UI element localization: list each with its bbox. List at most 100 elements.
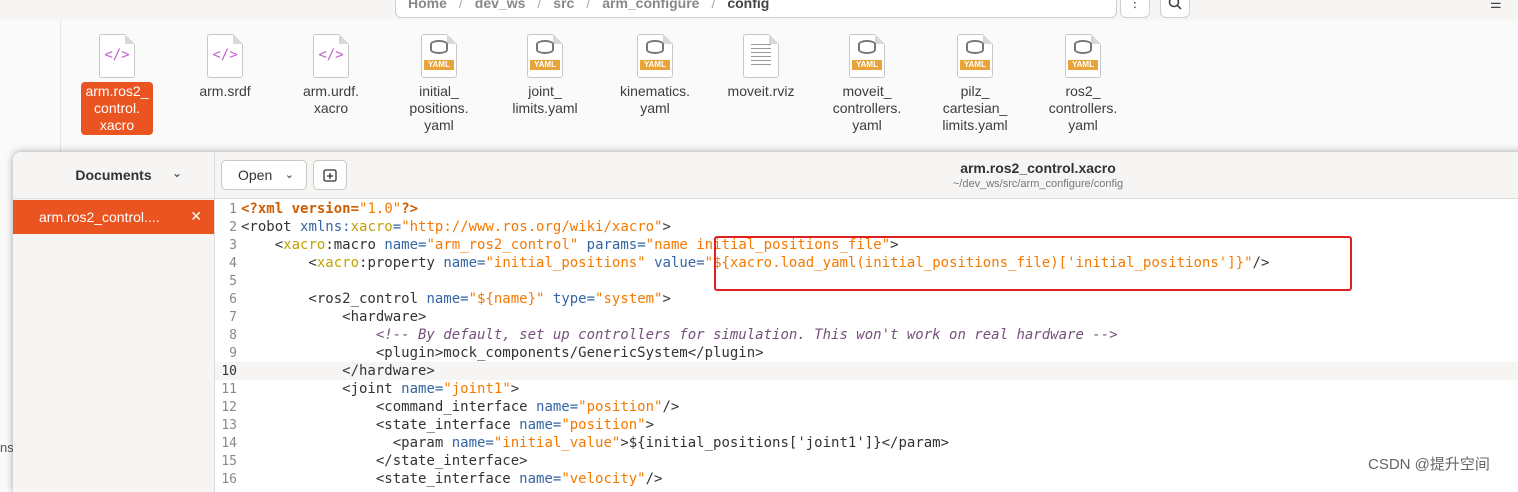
path-segment[interactable]: Home (408, 0, 447, 11)
line-number: 13 (221, 418, 237, 433)
file-label: joint_ limits.yaml (512, 83, 578, 116)
line-source: <joint name="joint1"> (241, 381, 520, 397)
code-line[interactable]: 2 <robot xmlns:xacro="http://www.ros.org/… (215, 218, 1518, 236)
path-separator: / (586, 0, 591, 11)
line-number: 1 (229, 202, 237, 217)
file-item[interactable]: </> arm.ros2_ control. xacro (72, 34, 162, 135)
watermark: CSDN @提升空间 (1368, 456, 1490, 473)
line-source: <plugin>mock_components/GenericSystem</p… (241, 345, 764, 361)
path-separator: / (711, 0, 716, 11)
yaml-file-icon: YAML (1065, 34, 1101, 78)
code-line[interactable]: 15 </state_interface> (215, 452, 1518, 470)
yaml-file-icon: YAML (421, 34, 457, 78)
line-number: 2 (229, 220, 237, 235)
line-source: <hardware> (241, 309, 427, 325)
file-item[interactable]: YAML pilz_ cartesian_ limits.yaml (930, 34, 1020, 135)
document-title: arm.ros2_control.xacro (960, 160, 1116, 176)
line-number: 16 (221, 472, 237, 487)
line-source: <?xml version="1.0"?> (241, 201, 419, 217)
line-source: <command_interface name="position"/> (241, 399, 680, 415)
line-source: <param name="initial_value">${initial_po… (241, 435, 950, 451)
line-number: 15 (221, 454, 237, 469)
close-icon[interactable]: ✕ (190, 208, 202, 225)
yaml-file-icon: YAML (637, 34, 673, 78)
yaml-file-icon: YAML (849, 34, 885, 78)
line-number: 14 (221, 436, 237, 451)
file-item[interactable]: YAML moveit_ controllers. yaml (822, 34, 912, 135)
line-source: <state_interface name="position"> (241, 417, 655, 433)
file-item[interactable]: YAML kinematics. yaml (610, 34, 700, 118)
search-glyph (1168, 0, 1182, 10)
xml-file-icon: </> (207, 34, 243, 78)
documents-sidebar: Documents ⌄ arm.ros2_control.... ✕ (13, 152, 215, 492)
document-item[interactable]: arm.ros2_control.... ✕ (13, 200, 214, 234)
path-segment[interactable]: config (727, 0, 769, 11)
line-number: 10 (221, 364, 237, 379)
path-segment[interactable]: arm_configure (602, 0, 699, 11)
xml-file-icon: </> (99, 34, 135, 78)
yaml-file-icon: YAML (957, 34, 993, 78)
line-source: <ros2_control name="${name}" type="syste… (241, 291, 671, 307)
line-source: <robot xmlns:xacro="http://www.ros.org/w… (241, 219, 671, 235)
file-item[interactable]: </> arm.urdf. xacro (286, 34, 376, 118)
line-source: </state_interface> (241, 453, 528, 469)
annotation-highlight-box (714, 236, 1352, 291)
file-label: kinematics. yaml (619, 83, 691, 116)
list-view-icon[interactable]: ☰ (1490, 0, 1502, 12)
file-label: moveit.rviz (727, 83, 795, 99)
code-line[interactable]: 10 </hardware> (215, 362, 1518, 380)
chevron-down-icon: ⌄ (171, 166, 182, 180)
yaml-file-icon: YAML (527, 34, 563, 78)
line-source: <!-- By default, set up controllers for … (375, 327, 1118, 343)
code-line[interactable]: 16 <state_interface name="velocity"/> (215, 470, 1518, 488)
file-item[interactable]: YAML joint_ limits.yaml (500, 34, 590, 118)
file-label: arm.srdf (199, 83, 251, 99)
documents-title: Documents (75, 167, 152, 183)
line-number: 8 (229, 328, 237, 343)
code-line[interactable]: 11 <joint name="joint1"> (215, 380, 1518, 398)
file-item[interactable]: YAML initial_ positions. yaml (394, 34, 484, 135)
file-label: initial_ positions. yaml (409, 83, 469, 133)
kebab-menu-icon[interactable]: ⋮ (1120, 0, 1150, 18)
path-segment[interactable]: dev_ws (475, 0, 526, 11)
file-label: arm.urdf. xacro (302, 83, 359, 116)
path-bar[interactable]: Home / dev_ws / src / arm_configure / config (395, 0, 1117, 18)
editor-header: Open ⌄ arm.ros2_control.xacro ~/dev_ws/s… (215, 152, 1518, 199)
text-file-icon (743, 34, 779, 78)
line-number: 9 (229, 346, 237, 361)
file-label: pilz_ cartesian_ limits.yaml (942, 83, 1008, 133)
search-icon[interactable] (1160, 0, 1190, 18)
path-separator: / (458, 0, 463, 11)
code-line[interactable]: 8 <!-- By default, set up controllers fo… (215, 326, 1518, 344)
xml-file-icon: </> (313, 34, 349, 78)
line-number: 7 (229, 310, 237, 325)
file-label: moveit_ controllers. yaml (832, 83, 902, 133)
code-line[interactable]: 14 <param name="initial_value">${initial… (215, 434, 1518, 452)
document-item-label: arm.ros2_control.... (39, 209, 160, 225)
file-item[interactable]: YAML ros2_ controllers. yaml (1038, 34, 1128, 135)
line-source: </hardware> (241, 363, 435, 379)
line-number: 12 (221, 400, 237, 415)
file-label: arm.ros2_ control. xacro (81, 82, 153, 135)
code-line[interactable]: 13 <state_interface name="position"> (215, 416, 1518, 434)
line-source: <state_interface name="velocity"/> (241, 471, 663, 487)
line-number: 3 (229, 238, 237, 253)
file-label: ros2_ controllers. yaml (1048, 83, 1118, 133)
file-item[interactable]: moveit.rviz (716, 34, 806, 101)
line-number: 5 (229, 274, 237, 289)
code-line[interactable]: 9 <plugin>mock_components/GenericSystem<… (215, 344, 1518, 362)
line-number: 4 (229, 256, 237, 271)
line-number: 6 (229, 292, 237, 307)
line-number: 11 (221, 382, 237, 397)
code-line[interactable]: 12 <command_interface name="position"/> (215, 398, 1518, 416)
text-editor-window: Documents ⌄ arm.ros2_control.... ✕ Open … (13, 152, 1518, 492)
document-path: ~/dev_ws/src/arm_configure/config (952, 178, 1124, 190)
path-separator: / (537, 0, 542, 11)
file-item[interactable]: </> arm.srdf (180, 34, 270, 101)
sidebar-fragment-text: ns (0, 440, 14, 455)
code-line[interactable]: 1 <?xml version="1.0"?> (215, 200, 1518, 218)
code-line[interactable]: 6 <ros2_control name="${name}" type="sys… (215, 290, 1518, 308)
documents-header[interactable]: Documents ⌄ (13, 152, 214, 199)
path-segment[interactable]: src (553, 0, 574, 11)
code-line[interactable]: 7 <hardware> (215, 308, 1518, 326)
